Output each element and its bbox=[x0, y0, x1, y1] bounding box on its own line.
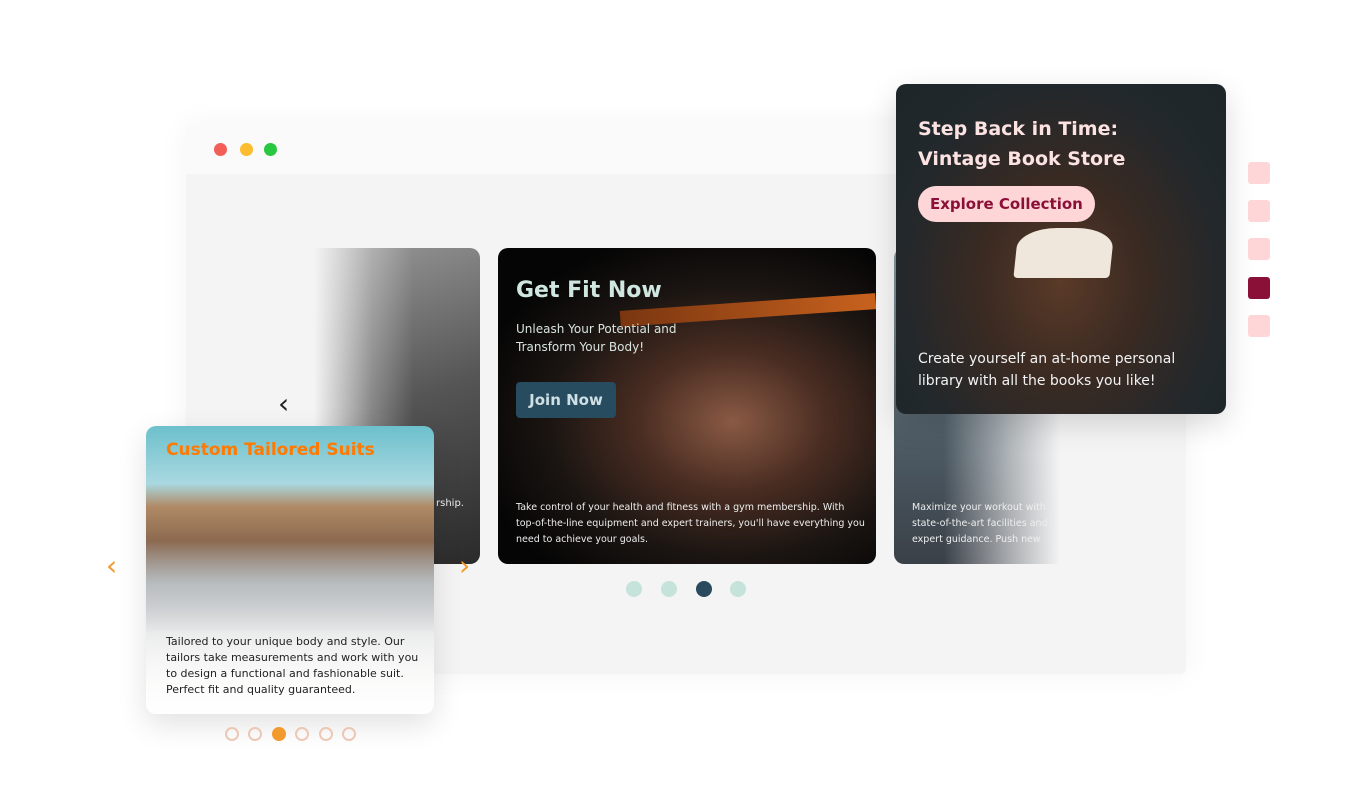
chevron-left-icon[interactable]: ‹ bbox=[106, 552, 117, 580]
carousel-dot[interactable] bbox=[225, 727, 239, 741]
slide-indicator[interactable] bbox=[1248, 162, 1270, 184]
slide-description: Create yourself an at-home personal libr… bbox=[918, 351, 1176, 389]
title-line: Vintage Book Store bbox=[918, 148, 1126, 170]
close-window-button[interactable] bbox=[214, 143, 227, 156]
slide-indicator-active[interactable] bbox=[1248, 277, 1270, 299]
chevron-right-icon[interactable]: › bbox=[459, 552, 470, 580]
carousel-dot[interactable] bbox=[661, 581, 677, 597]
carousel-dot[interactable] bbox=[342, 727, 356, 741]
slide-title: Step Back in Time: Vintage Book Store bbox=[918, 114, 1125, 174]
slide-indicator[interactable] bbox=[1248, 238, 1270, 260]
carousel-dot[interactable] bbox=[730, 581, 746, 597]
slide-title: Get Fit Now bbox=[516, 278, 662, 303]
explore-collection-button[interactable]: Explore Collection bbox=[918, 186, 1095, 222]
slide-description: Tailored to your unique body and style. … bbox=[166, 635, 419, 696]
slide-text: Maximize your workout with state-of-the-… bbox=[912, 502, 1048, 545]
carousel-dot[interactable] bbox=[248, 727, 262, 741]
carousel-dot[interactable] bbox=[626, 581, 642, 597]
slide-description: Take control of your health and fitness … bbox=[516, 502, 865, 545]
open-book-image bbox=[1013, 228, 1115, 278]
minimize-window-button[interactable] bbox=[240, 143, 253, 156]
suit-slide: Custom Tailored Suits Tailored to your u… bbox=[146, 426, 434, 714]
chevron-left-icon[interactable]: ‹ bbox=[278, 390, 289, 418]
carousel-dot[interactable] bbox=[319, 727, 333, 741]
slide-subtitle: Unleash Your Potential and Transform You… bbox=[516, 322, 677, 354]
join-now-button[interactable]: Join Now bbox=[516, 382, 616, 418]
carousel-dot[interactable] bbox=[295, 727, 309, 741]
slide-text: rship. bbox=[436, 498, 464, 509]
carousel-dot-active[interactable] bbox=[696, 581, 712, 597]
slide-indicator[interactable] bbox=[1248, 315, 1270, 337]
carousel-dot-active[interactable] bbox=[272, 727, 286, 741]
title-line: Step Back in Time: bbox=[918, 118, 1119, 140]
book-slide: Step Back in Time: Vintage Book Store Ex… bbox=[896, 84, 1226, 414]
gym-slide-active: Get Fit Now Unleash Your Potential and T… bbox=[498, 248, 876, 564]
slide-title: Custom Tailored Suits bbox=[166, 440, 375, 460]
slide-indicator[interactable] bbox=[1248, 200, 1270, 222]
maximize-window-button[interactable] bbox=[264, 143, 277, 156]
